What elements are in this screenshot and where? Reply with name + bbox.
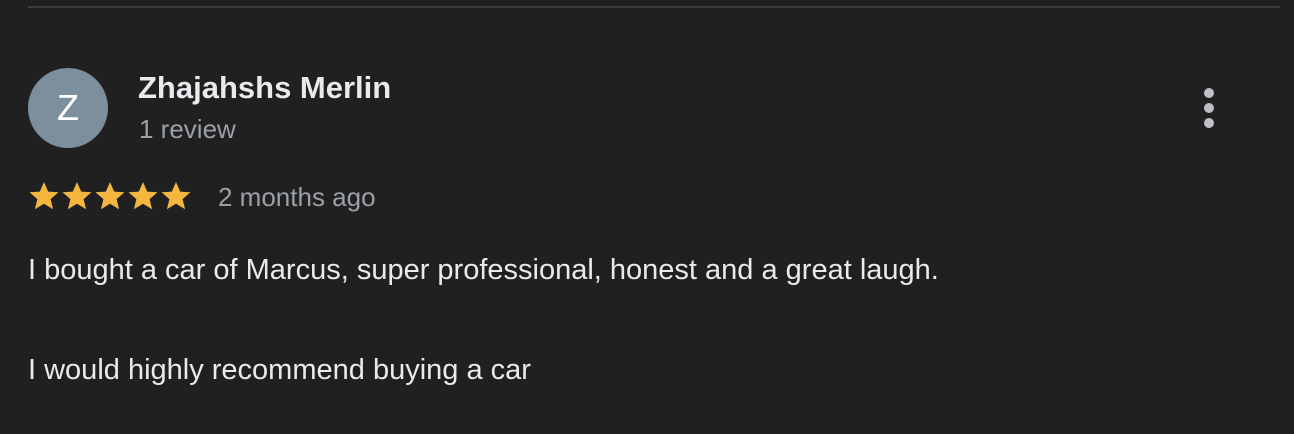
review-time: 2 months ago bbox=[218, 182, 376, 212]
reviewer-name[interactable]: Zhajahshs Merlin bbox=[138, 70, 391, 106]
more-vertical-icon bbox=[1204, 88, 1214, 98]
review-text-line: I bought a car of Marcus, super professi… bbox=[28, 254, 939, 286]
star-rating bbox=[28, 180, 192, 212]
star-icon bbox=[95, 182, 125, 210]
star-icon bbox=[128, 182, 158, 210]
avatar[interactable]: Z bbox=[28, 68, 108, 148]
star-icon bbox=[161, 182, 191, 210]
more-vertical-icon-dot bbox=[1204, 103, 1214, 113]
review-text-line: I would highly recommend buying a car bbox=[28, 354, 531, 386]
star-icon bbox=[29, 182, 59, 210]
top-divider bbox=[28, 6, 1280, 8]
review-count: 1 review bbox=[139, 114, 236, 144]
more-vertical-icon-dot bbox=[1204, 118, 1214, 128]
more-options-button[interactable] bbox=[1190, 82, 1228, 134]
star-icon bbox=[62, 182, 92, 210]
